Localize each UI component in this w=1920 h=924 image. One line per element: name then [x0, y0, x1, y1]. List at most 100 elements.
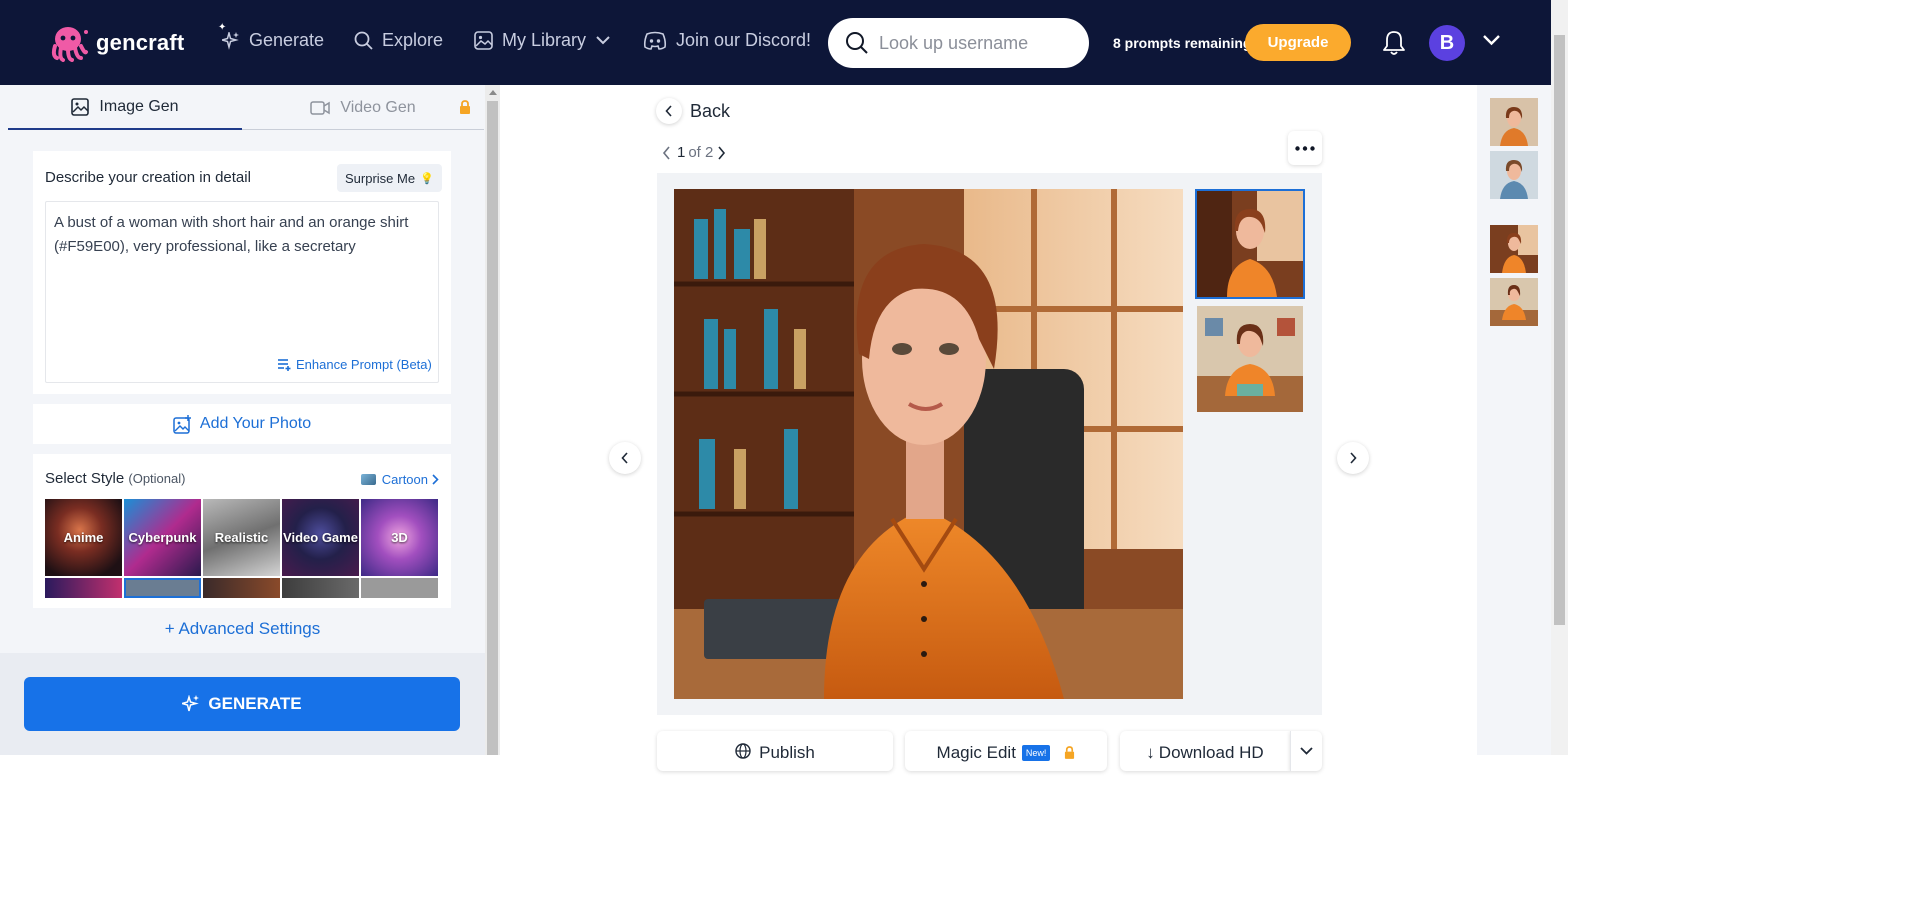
image-viewer: [657, 173, 1322, 715]
generator-tabs: Image Gen Video Gen: [8, 85, 484, 130]
sparkle-icon: [182, 695, 200, 712]
pager-total: of 2: [688, 144, 714, 161]
pager-next-icon[interactable]: [716, 145, 726, 160]
chevron-left-icon: [621, 452, 628, 464]
next-image-button[interactable]: [1337, 442, 1369, 474]
previous-image-button[interactable]: [609, 442, 641, 474]
chevron-right-icon: [1350, 452, 1357, 464]
style-tile-cartoon[interactable]: [124, 578, 201, 598]
add-photo-button[interactable]: Add Your Photo: [33, 404, 451, 444]
nav-generate[interactable]: Generate: [222, 30, 324, 51]
style-tile[interactable]: [45, 578, 122, 598]
generator-panel: Image Gen Video Gen Describe your creati…: [0, 85, 485, 755]
nav-explore[interactable]: Explore: [354, 30, 443, 51]
style-title-text: Select Style: [45, 470, 125, 487]
publish-button[interactable]: Publish: [657, 731, 893, 771]
selected-style-label: Cartoon: [381, 472, 428, 487]
enhance-list-icon: [278, 359, 291, 371]
nav-explore-label: Explore: [382, 30, 444, 50]
variant-thumbnail-image: [1197, 306, 1303, 412]
bell-icon[interactable]: [1382, 30, 1406, 56]
style-optional-text: (Optional): [128, 471, 186, 486]
add-photo-icon: [173, 414, 191, 434]
lightbulb-icon: 💡: [420, 172, 434, 185]
style-tile[interactable]: [282, 578, 359, 598]
back-button[interactable]: Back: [656, 98, 730, 124]
add-photo-label: Add Your Photo: [199, 415, 312, 432]
lock-icon: [460, 100, 470, 114]
style-tile[interactable]: [203, 578, 280, 598]
chevron-down-icon: [1300, 747, 1313, 755]
describe-label: Describe your creation in detail: [45, 169, 251, 186]
generate-button[interactable]: GENERATE: [24, 677, 460, 731]
history-thumbnail-current[interactable]: [1490, 225, 1538, 273]
download-hd-button[interactable]: ↓ Download HD: [1120, 731, 1290, 771]
pager-prev-icon[interactable]: [662, 145, 672, 160]
style-tile[interactable]: [361, 578, 438, 598]
history-thumbnail-image: [1490, 278, 1538, 326]
more-options-button[interactable]: [1288, 131, 1322, 165]
style-tile-realistic[interactable]: Realistic: [203, 499, 280, 576]
page-scrollbar-thumb[interactable]: [1554, 35, 1565, 625]
tab-video-gen[interactable]: Video Gen: [242, 85, 484, 130]
cartoon-style-thumbnail: [360, 474, 376, 485]
upgrade-button[interactable]: Upgrade: [1245, 24, 1351, 61]
enhance-prompt-button[interactable]: Enhance Prompt (Beta): [277, 357, 432, 372]
pager-current: 1: [677, 144, 686, 161]
video-icon: [310, 100, 331, 115]
sparkle-icon: [222, 31, 239, 50]
nav-discord[interactable]: Join our Discord!: [643, 30, 811, 51]
variant-thumbnail-image: [1197, 191, 1303, 297]
back-label: Back: [690, 100, 731, 121]
style-tile-3d[interactable]: 3D: [361, 499, 438, 576]
search-icon: [354, 31, 373, 50]
history-thumbnail[interactable]: [1490, 98, 1538, 146]
nav-generate-label: Generate: [249, 30, 325, 50]
prompt-card: Describe your creation in detail Surpris…: [33, 151, 451, 394]
advanced-settings-link[interactable]: + Advanced Settings: [0, 619, 485, 639]
chevron-right-icon: [432, 474, 439, 485]
tab-image-gen[interactable]: Image Gen: [8, 85, 242, 130]
generate-bar: GENERATE: [0, 653, 485, 755]
surprise-me-button[interactable]: Surprise Me 💡: [337, 164, 442, 192]
style-title: Select Style (Optional): [45, 470, 185, 487]
history-thumbnail-current[interactable]: [1490, 278, 1538, 326]
library-icon: [474, 31, 493, 50]
octopus-logo-icon: [51, 27, 88, 62]
generated-image-illustration: [674, 189, 1183, 699]
generated-image[interactable]: [674, 189, 1183, 699]
download-icon: ↓: [1146, 743, 1155, 762]
scroll-up-arrow-icon[interactable]: [489, 90, 497, 95]
username-search[interactable]: [828, 18, 1089, 68]
user-avatar[interactable]: B: [1429, 25, 1465, 61]
variant-thumbnail-2[interactable]: [1197, 306, 1303, 412]
publish-label: Publish: [759, 743, 815, 762]
nav-my-library[interactable]: My Library: [474, 30, 610, 51]
username-search-input[interactable]: [879, 32, 1079, 54]
image-pager: 1 of 2: [662, 144, 726, 161]
discord-icon: [643, 31, 667, 50]
history-thumbnail-image: [1490, 225, 1538, 273]
left-panel-scrollbar-thumb[interactable]: [487, 101, 498, 755]
variant-thumbnail-1[interactable]: [1195, 189, 1305, 299]
page-scrollbar[interactable]: [1551, 0, 1568, 755]
nav-discord-label: Join our Discord!: [676, 30, 812, 50]
image-icon: [71, 97, 90, 116]
style-tile-anime[interactable]: Anime: [45, 499, 122, 576]
prompt-textarea[interactable]: A bust of a woman with short hair and an…: [45, 201, 439, 383]
new-badge: New!: [1021, 745, 1051, 761]
style-tile-cyberpunk[interactable]: Cyberpunk: [124, 499, 201, 576]
style-tile-video-game[interactable]: Video Game: [282, 499, 359, 576]
chevron-left-icon: [656, 98, 682, 124]
gencraft-logo[interactable]: gencraft ✦: [48, 22, 226, 62]
left-panel-scrollbar[interactable]: [485, 85, 500, 755]
more-horizontal-icon: [1295, 145, 1315, 151]
download-options-button[interactable]: [1290, 731, 1322, 771]
surprise-me-label: Surprise Me: [345, 170, 416, 186]
style-selector: Select Style (Optional) Cartoon Anime Cy…: [33, 454, 451, 608]
history-thumbnail[interactable]: [1490, 151, 1538, 199]
prompts-remaining: 8 prompts remaining: [1113, 35, 1252, 51]
magic-edit-button[interactable]: Magic Edit New!: [905, 731, 1107, 771]
selected-style-link[interactable]: Cartoon: [360, 472, 439, 487]
chevron-down-icon[interactable]: [1482, 34, 1501, 46]
